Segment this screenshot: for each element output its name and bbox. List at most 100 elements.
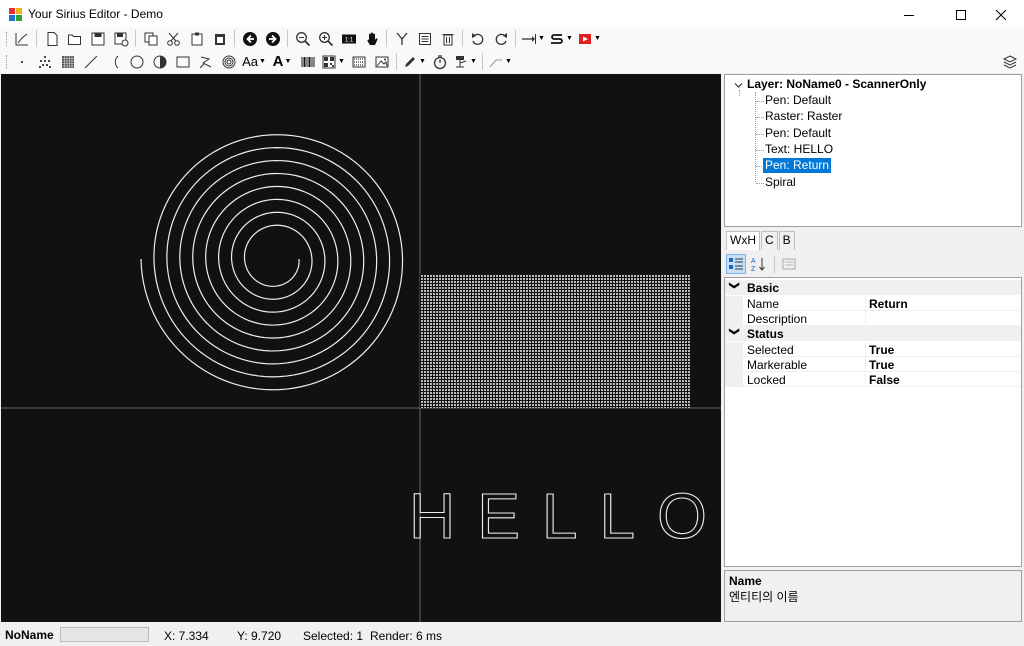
tree-item[interactable]: Text: HELLO	[763, 142, 835, 157]
image-tool[interactable]	[370, 51, 393, 72]
next-button[interactable]	[261, 28, 284, 49]
title-bar[interactable]: Your Sirius Editor - Demo	[0, 0, 1024, 29]
circle-tool[interactable]	[125, 51, 148, 72]
hello-text-entity[interactable]: HELLO	[408, 479, 721, 552]
rectangle-tool[interactable]	[171, 51, 194, 72]
pan-button[interactable]	[360, 28, 383, 49]
toolbar-grip[interactable]	[6, 55, 9, 69]
status-bar: NoName X: 7.334 Y: 9.720 Selected: 1 Ren…	[0, 624, 1024, 646]
arrow-right-circle-icon	[265, 31, 280, 46]
previous-button[interactable]	[238, 28, 261, 49]
tree-item[interactable]: Pen: Default	[763, 126, 833, 141]
zoom-in-button[interactable]	[314, 28, 337, 49]
property-row[interactable]: Description	[725, 310, 1021, 326]
property-row[interactable]: Selected True	[725, 341, 1021, 357]
tree-item[interactable]: Pen: Return	[763, 158, 832, 174]
property-value[interactable]: False	[869, 373, 900, 387]
delete-button[interactable]	[436, 28, 459, 49]
redo-button[interactable]	[489, 28, 512, 49]
tree-root-layer[interactable]: Layer: NoName0 - ScannerOnly	[745, 77, 928, 92]
paste-button[interactable]	[185, 28, 208, 49]
paste-icon	[191, 32, 202, 45]
line-tool[interactable]	[79, 51, 102, 72]
property-row[interactable]: Locked False	[725, 372, 1021, 388]
ellipse-icon	[153, 55, 166, 68]
save-button[interactable]	[86, 28, 109, 49]
collapse-icon[interactable]	[734, 81, 743, 90]
zoom-out-button[interactable]	[291, 28, 314, 49]
tree-item[interactable]: Raster: Raster	[763, 109, 844, 124]
tree-item[interactable]: Pen: Default	[763, 93, 833, 108]
font-dropdown[interactable]: Aa ▼	[240, 51, 268, 72]
points-tool[interactable]	[33, 51, 56, 72]
copy-button[interactable]	[139, 28, 162, 49]
tab-c[interactable]: C	[761, 231, 778, 250]
cut-button[interactable]	[162, 28, 185, 49]
arc-tool[interactable]	[102, 51, 125, 72]
category-label: Basic	[747, 281, 780, 295]
polyline-tool[interactable]	[194, 51, 217, 72]
save-as-button[interactable]	[109, 28, 132, 49]
chevron-down-icon[interactable]: ❯	[729, 327, 740, 335]
point-tool[interactable]	[10, 51, 33, 72]
raster-dots	[420, 274, 690, 408]
property-value[interactable]: Return	[869, 297, 908, 311]
new-button[interactable]	[40, 28, 63, 49]
property-pages-button[interactable]	[779, 254, 799, 274]
property-name: Selected	[747, 342, 794, 357]
spiral-tool[interactable]	[217, 51, 240, 72]
entity-tree[interactable]: Layer: NoName0 - ScannerOnly Pen: Defaul…	[724, 74, 1022, 227]
raster-tool[interactable]	[56, 51, 79, 72]
property-category[interactable]: ❯ Status	[725, 326, 1021, 342]
property-row[interactable]: Name Return	[725, 295, 1021, 311]
categorized-button[interactable]	[726, 254, 746, 274]
spiral-entity[interactable]	[140, 134, 404, 391]
layers-icon	[1002, 55, 1018, 69]
category-label: Status	[747, 327, 784, 342]
text-dropdown[interactable]: A ▼	[268, 51, 296, 72]
property-category[interactable]: ❯ Basic	[725, 280, 1021, 295]
tab-wxh[interactable]: WxH	[726, 231, 760, 250]
layers-button[interactable]	[1000, 52, 1020, 72]
property-value[interactable]: True	[869, 343, 894, 357]
property-value[interactable]: True	[869, 358, 894, 372]
barcode-icon	[301, 56, 314, 67]
tree-item[interactable]: Spiral	[763, 175, 798, 190]
barcode-tool[interactable]	[296, 51, 319, 72]
ellipse-tool[interactable]	[148, 51, 171, 72]
property-name: Locked	[747, 373, 786, 388]
mark-dropdown[interactable]: ▼	[575, 28, 603, 49]
alphabetical-button[interactable]: AZ	[748, 254, 768, 274]
zoom-actual-button[interactable]: 1:1	[337, 28, 360, 49]
offset-dropdown[interactable]: ▼	[519, 28, 547, 49]
timer-tool[interactable]	[428, 51, 451, 72]
measure-icon	[489, 59, 503, 67]
laser-dropdown[interactable]: ▼	[451, 51, 479, 72]
status-render: Render: 6 ms	[370, 629, 443, 643]
open-button[interactable]	[63, 28, 86, 49]
close-button[interactable]	[978, 0, 1024, 29]
point-icon	[20, 60, 23, 63]
raster-entity[interactable]	[420, 274, 690, 408]
image-icon	[375, 56, 388, 67]
split-button[interactable]	[390, 28, 413, 49]
toolbar-grip[interactable]	[6, 32, 9, 46]
property-grid[interactable]: ❯ Basic Name Return Description ❯ Status Select…	[724, 277, 1022, 567]
new-document-icon	[47, 31, 57, 46]
property-row[interactable]: Markerable True	[725, 356, 1021, 372]
chevron-down-icon[interactable]: ❯	[729, 281, 740, 289]
measure-dropdown[interactable]: ▼	[486, 51, 514, 72]
text-label: A	[272, 53, 284, 70]
drawing-canvas[interactable]: HELLO	[1, 74, 721, 622]
paste-array-button[interactable]	[208, 28, 231, 49]
tab-b[interactable]: B	[778, 231, 795, 250]
minimize-button[interactable]	[886, 0, 932, 29]
list-icon	[418, 32, 431, 45]
chart-button[interactable]	[10, 28, 33, 49]
undo-button[interactable]	[466, 28, 489, 49]
pen-dropdown[interactable]: ▼	[400, 51, 428, 72]
datamatrix-tool[interactable]	[347, 51, 370, 72]
qrcode-dropdown[interactable]: ▼	[319, 51, 347, 72]
list-button[interactable]	[413, 28, 436, 49]
path-dropdown[interactable]: ▼	[547, 28, 575, 49]
